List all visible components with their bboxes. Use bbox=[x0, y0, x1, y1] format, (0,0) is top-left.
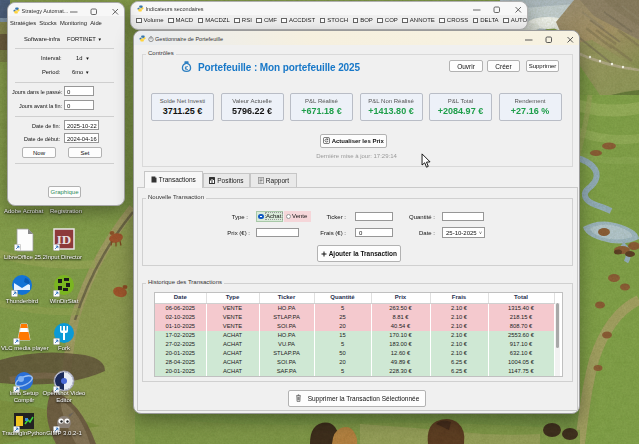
svg-text:€: € bbox=[185, 64, 189, 71]
